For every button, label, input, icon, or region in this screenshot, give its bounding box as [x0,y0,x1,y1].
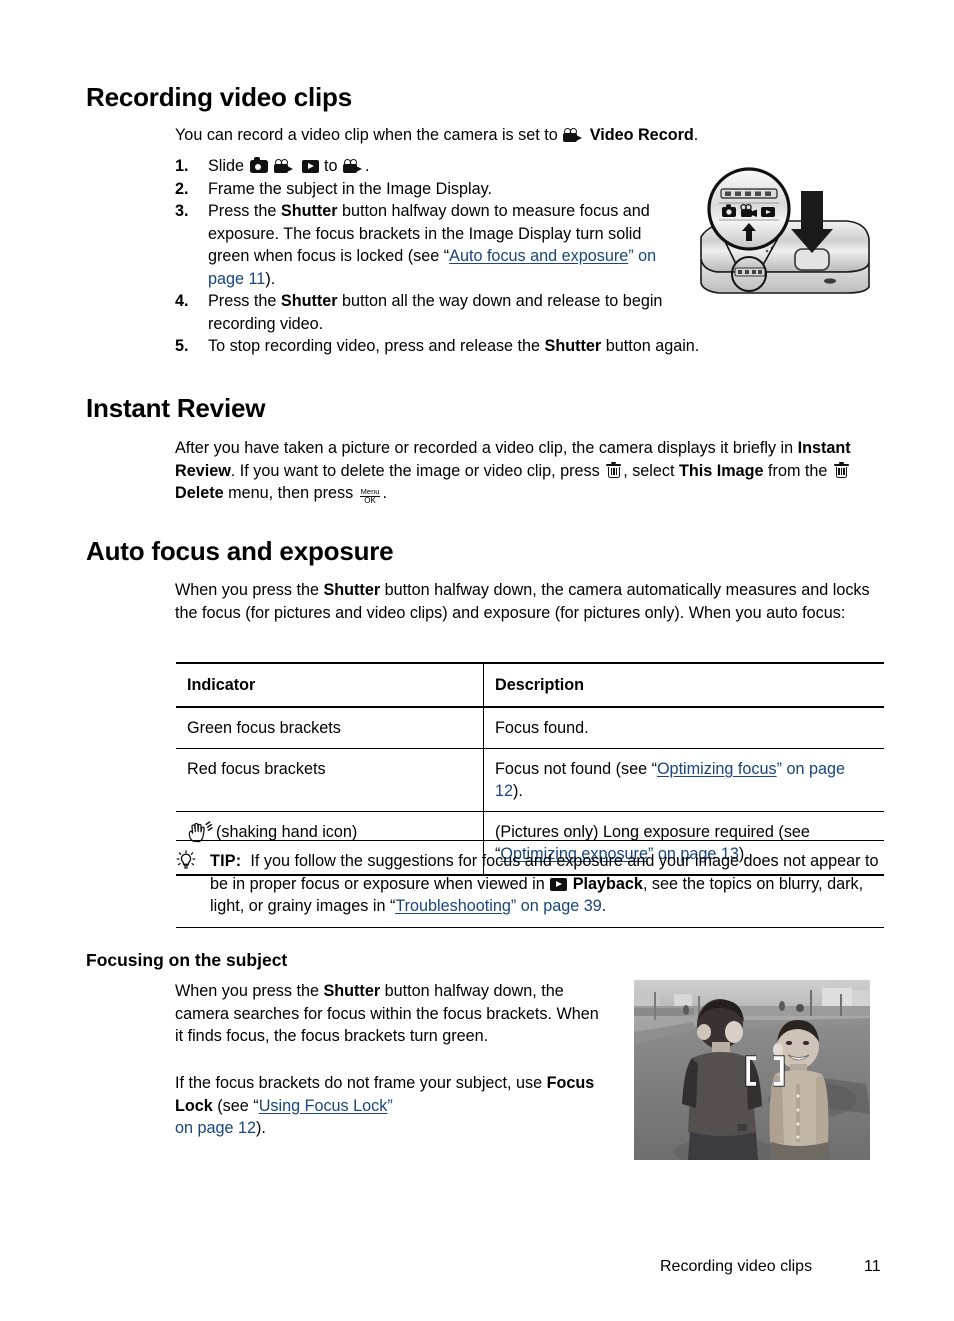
recording-intro-post: . [693,126,699,144]
page-title-recording-video-clips: Recording video clips [86,82,352,112]
auto-focus-paragraph: When you press the Shutter button halfwa… [175,579,887,624]
tip-bold-playback: Playback [572,874,643,893]
tip-icon-wrapper [176,850,196,874]
tip-text-3: ” on page 39 [510,897,602,915]
step4-bold-shutter: Shutter [280,292,338,310]
ir-text-6: . [382,484,387,502]
step1-post: . [365,157,370,175]
foc-p2-text-4: ). [256,1119,266,1137]
video-camera-icon-target [343,159,364,173]
list-item-number: 2. [175,179,189,198]
table-cell-indicator: Green focus brackets [176,707,484,749]
list-item-number: 4. [175,292,189,310]
delete-trash-icon [606,461,622,479]
af-bold-shutter: Shutter [323,581,381,599]
list-item: 2. Frame the subject in the Image Displa… [175,178,675,201]
table-cell-description: Focus found. [484,707,885,749]
step2-text: Frame the subject in the Image Display. [208,179,493,198]
shaking-hand-label: (shaking hand icon) [216,823,358,841]
step1-pre: Slide [208,157,249,175]
camera-top-view-figure [697,167,873,295]
table-cell-indicator: Red focus brackets [176,748,484,812]
lightbulb-icon [176,850,196,871]
ir-text-2: . If you want to delete the image or vid… [230,461,605,480]
menu-ok-button-icon: Menu OK [359,486,381,505]
ir-bold-delete: Delete [175,484,224,502]
section-heading-auto-focus-and-exposure: Auto focus and exposure [86,536,394,566]
link-using-focus-lock[interactable]: Using Focus Lock [259,1097,388,1115]
tip-callout: TIP: If you follow the suggestions for f… [176,840,884,928]
tip-text-4: . [601,897,607,915]
focus-example-photo [634,980,870,1160]
recording-intro-mode-label: Video Record [589,126,694,144]
row1-desc-1: Focus not found (see “ [495,760,657,778]
video-camera-icon [274,159,295,173]
table-cell-description: Focus not found (see “Optimizing focus” … [484,749,885,812]
step3-text-1: Press the [208,202,281,220]
focusing-paragraph-1: When you press the Shutter button halfwa… [175,980,600,1048]
document-page: Recording video clips You can record a v… [0,0,954,1321]
step1-mid: to [319,157,342,175]
link-optimizing-focus[interactable]: Optimizing focus [657,760,777,778]
step3-text-4: ). [265,269,276,288]
step3-bold-shutter: Shutter [280,202,338,220]
ir-text-4: from the [763,461,832,480]
step4-text-1: Press the [208,292,281,310]
instant-review-paragraph: After you have taken a picture or record… [175,437,887,505]
list-item-number: 3. [175,202,189,220]
list-item: 3. Press the Shutter button halfway down… [175,200,675,290]
row1-desc-3: ). [513,782,523,800]
list-item: 5. To stop recording video, press and re… [175,335,908,358]
focusing-paragraph-2: If the focus brackets do not frame your … [175,1072,600,1140]
foc-p2-text-1: If the focus brackets do not frame your … [175,1074,547,1092]
table-header-row: Indicator Description [176,663,884,707]
table-row: Red focus brackets Focus not found (see … [176,748,885,812]
ir-text-1: After you have taken a picture or record… [175,439,798,457]
foc-p2-link-page: on page 12 [175,1119,257,1137]
table-row: Green focus brackets Focus found. [176,707,884,749]
list-item-number: 1. [175,157,189,175]
video-record-icon [563,128,584,142]
row0-desc-1: Focus found. [495,719,589,737]
recording-intro-pre: You can record a video clip when the cam… [175,126,563,144]
recording-intro-paragraph: You can record a video clip when the cam… [175,124,795,147]
foc-p2-text-3: ” [387,1096,393,1115]
foc-p1-bold-shutter: Shutter [323,982,381,1000]
ir-bold-this-image: This Image [679,461,764,480]
ir-text-5: menu, then press [223,484,358,502]
link-troubleshooting[interactable]: Troubleshooting [395,897,511,915]
list-item: 1. Slide to . [175,155,675,178]
af-text-1: When you press the [175,581,324,599]
foc-p1-text-1: When you press the [175,982,324,1000]
still-camera-icon [249,157,268,173]
section-heading-instant-review: Instant Review [86,393,266,423]
footer-section-title: Recording video clips [660,1258,813,1275]
subsection-heading-focusing-on-the-subject: Focusing on the subject [86,950,288,970]
list-item: 4. Press the Shutter button all the way … [175,290,675,335]
delete-menu-trash-icon [833,461,849,479]
footer-page-number: 11 [864,1258,881,1275]
playback-icon [301,160,319,173]
step5-text-1: To stop recording video, press and relea… [208,337,545,355]
foc-p2-text-2: (see “ [212,1096,259,1115]
playback-mode-icon [550,877,568,891]
ir-text-3: , select [623,461,679,480]
tip-label: TIP: [210,852,242,870]
list-item-number: 5. [175,337,189,355]
table-header-description: Description [495,676,585,694]
step5-text-2: button again. [601,337,700,355]
recording-steps-list: 1. Slide to . 2. Frame the subject in th… [175,155,699,358]
link-auto-focus-and-exposure[interactable]: Auto focus and exposure [449,247,628,265]
table-header-indicator: Indicator [176,663,484,707]
step5-bold-shutter: Shutter [544,337,602,355]
